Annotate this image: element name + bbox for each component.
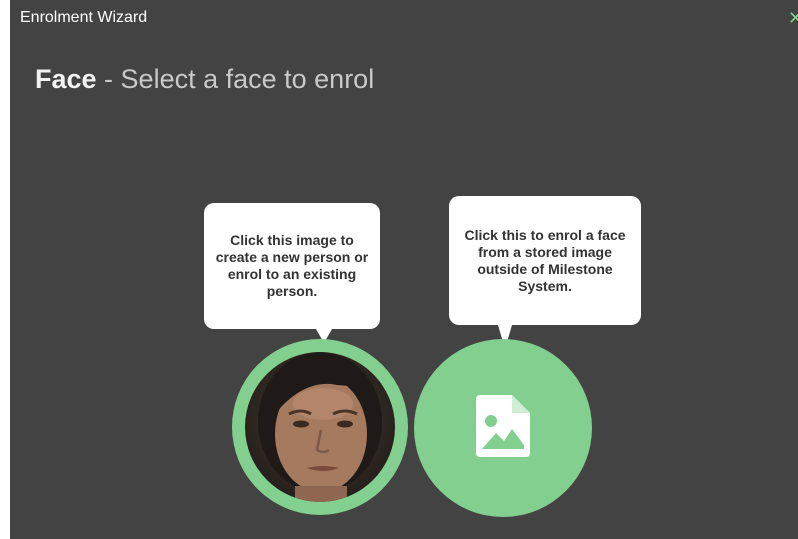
- face-photo-drawing: [258, 352, 382, 502]
- camera-face-tooltip: Click this image to create a new person …: [204, 203, 380, 343]
- page-title-description: - Select a face to enrol: [96, 64, 375, 94]
- close-icon[interactable]: ✕: [788, 6, 798, 30]
- enrolment-wizard-window: Enrolment Wizard ✕ Face - Select a face …: [10, 0, 798, 539]
- captured-face-button[interactable]: [232, 339, 408, 515]
- stored-image-button[interactable]: [414, 339, 592, 517]
- window-title: Enrolment Wizard: [20, 9, 148, 26]
- stored-image-tooltip: Click this to enrol a face from a stored…: [449, 196, 641, 349]
- title-bar: Enrolment Wizard ✕: [10, 0, 798, 36]
- page-title-step: Face: [35, 64, 97, 94]
- page-title: Face - Select a face to enrol: [35, 64, 374, 95]
- captured-face-image: [245, 352, 395, 502]
- stored-image-tooltip-text: Click this to enrol a face from a stored…: [464, 226, 626, 294]
- camera-face-tooltip-text: Click this image to create a new person …: [215, 232, 369, 299]
- image-file-icon: [476, 395, 530, 462]
